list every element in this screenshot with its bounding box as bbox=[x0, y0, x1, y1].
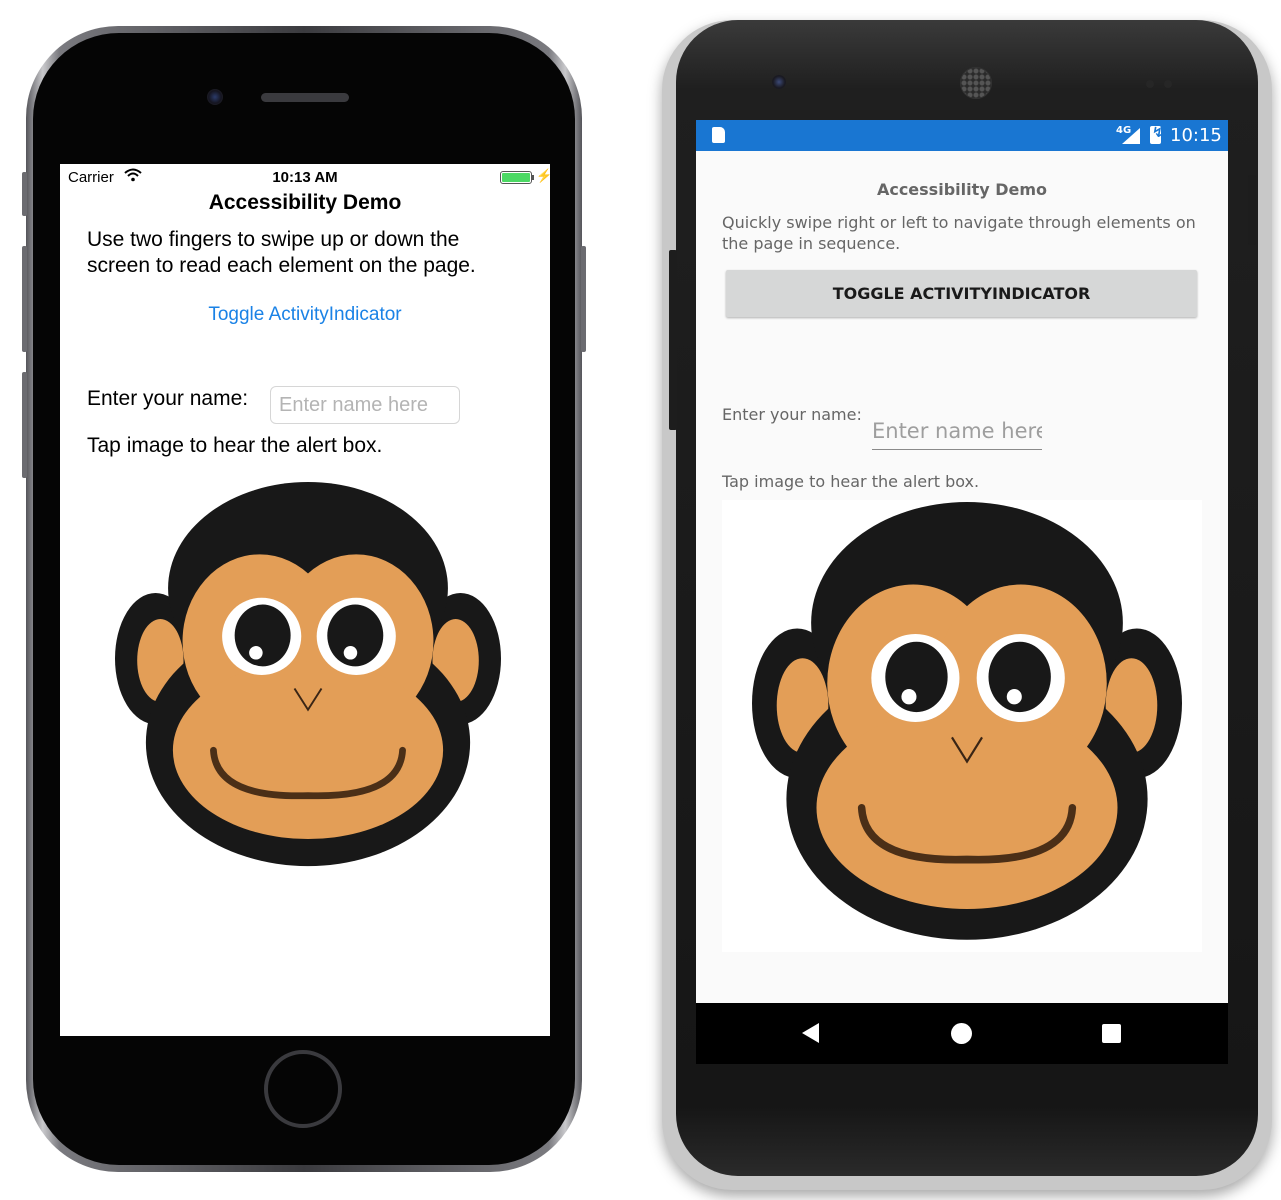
android-clock: 10:15 bbox=[1170, 125, 1222, 146]
recent-apps-icon[interactable] bbox=[1102, 1024, 1121, 1043]
page-title: Accessibility Demo bbox=[876, 180, 1048, 199]
signal-icon bbox=[1122, 128, 1140, 148]
iphone-power-button bbox=[581, 246, 586, 352]
monkey-image[interactable] bbox=[115, 482, 501, 868]
instructions-label: Quickly swipe right or left to navigate … bbox=[722, 213, 1196, 253]
back-icon[interactable] bbox=[802, 1023, 819, 1043]
name-label: Enter your name: bbox=[87, 387, 249, 410]
android-screen: 4G ↯ 10:15 Accessibility Demo Quickly sw… bbox=[696, 120, 1228, 1064]
ios-screen: Carrier 10:13 AM ⚡ Accessibility Demo Us… bbox=[60, 164, 550, 1036]
monkey-image[interactable] bbox=[752, 502, 1182, 942]
toggle-activity-indicator-button[interactable]: TOGGLE ACTIVITYINDICATOR bbox=[726, 270, 1197, 317]
android-earpiece bbox=[960, 67, 992, 99]
tap-image-label: Tap image to hear the alert box. bbox=[722, 472, 980, 491]
monkey-image-container bbox=[722, 500, 1202, 952]
toggle-activity-indicator-button[interactable]: Toggle ActivityIndicator bbox=[60, 304, 550, 326]
android-sensor bbox=[1146, 80, 1154, 88]
iphone-earpiece bbox=[261, 93, 349, 102]
charging-bolt-icon: ↯ bbox=[1152, 125, 1164, 141]
android-navigation-bar bbox=[696, 1003, 1228, 1064]
name-label: Enter your name: bbox=[722, 405, 862, 424]
home-icon[interactable] bbox=[951, 1023, 972, 1044]
charging-bolt-icon: ⚡ bbox=[536, 168, 550, 183]
iphone-volume-up bbox=[22, 246, 27, 352]
tap-image-label: Tap image to hear the alert box. bbox=[87, 434, 383, 457]
iphone-volume-down bbox=[22, 372, 27, 478]
iphone-mute-switch bbox=[22, 172, 27, 216]
battery-tip bbox=[532, 175, 534, 180]
name-input[interactable] bbox=[872, 416, 1042, 450]
android-front-camera bbox=[772, 75, 786, 89]
instructions-label: Use two fingers to swipe up or down the … bbox=[87, 228, 476, 277]
page-title: Accessibility Demo bbox=[208, 191, 402, 214]
android-power-button bbox=[1248, 175, 1256, 245]
battery-icon bbox=[500, 171, 532, 184]
android-sensor bbox=[1164, 80, 1172, 88]
sd-card-icon bbox=[712, 127, 725, 143]
android-volume-button bbox=[669, 250, 677, 430]
iphone-front-camera bbox=[207, 89, 223, 105]
battery-fill bbox=[502, 173, 530, 182]
name-input[interactable] bbox=[270, 386, 460, 424]
ios-clock: 10:13 AM bbox=[272, 169, 338, 186]
ios-status-bar: Carrier 10:13 AM ⚡ bbox=[60, 168, 550, 188]
android-status-bar: 4G ↯ 10:15 bbox=[696, 120, 1228, 151]
iphone-home-button[interactable] bbox=[264, 1050, 342, 1128]
